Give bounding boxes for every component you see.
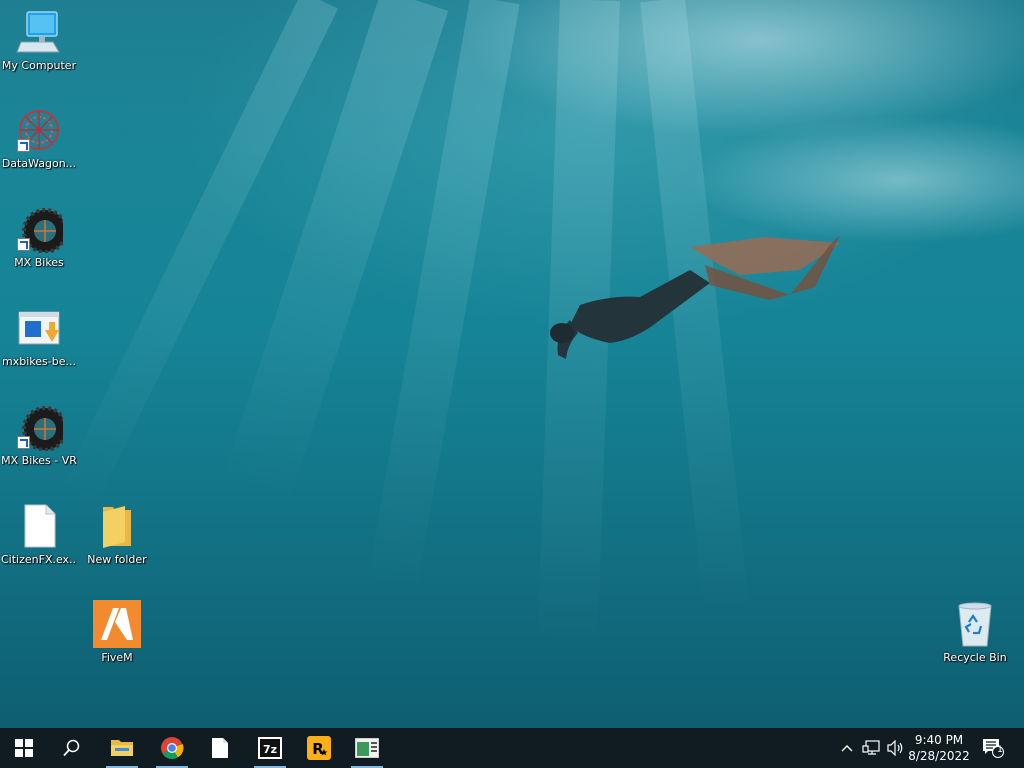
clock-date: 8/28/2022 xyxy=(908,749,970,763)
desktop-icon-new-folder[interactable]: New folder xyxy=(79,502,155,567)
taskbar-chrome[interactable] xyxy=(148,728,196,768)
svg-text:7z: 7z xyxy=(263,743,277,756)
datawagon-icon xyxy=(15,106,63,154)
desktop-icon-label: New folder xyxy=(87,553,147,566)
taskbar-rockstar-launcher[interactable]: R xyxy=(295,728,343,768)
network-button[interactable] xyxy=(860,728,882,768)
desktop-icon-citizenfx[interactable]: CitizenFX.ex... xyxy=(1,502,77,567)
shortcut-arrow-icon xyxy=(17,238,30,251)
search-button[interactable] xyxy=(48,728,96,768)
taskbar-7zip[interactable]: 7z xyxy=(246,728,294,768)
shortcut-arrow-icon xyxy=(17,436,30,449)
desktop-icon-datawagon[interactable]: DataWagon... xyxy=(1,106,77,171)
desktop-icon-label: Recycle Bin xyxy=(943,651,1007,664)
desktop-icon-recycle-bin[interactable]: Recycle Bin xyxy=(937,600,1013,665)
folder-icon xyxy=(93,502,141,550)
recycle-bin-icon xyxy=(951,600,999,648)
blank-file-icon xyxy=(15,502,63,550)
search-icon xyxy=(63,739,80,757)
desktop-icon-mxbikes-installer[interactable]: mxbikes-be... xyxy=(1,304,77,369)
network-icon xyxy=(862,740,880,755)
desktop-icon-fivem[interactable]: FiveM xyxy=(79,600,155,665)
desktop-icon-mx-bikes-vr[interactable]: MX Bikes - VR xyxy=(1,403,77,468)
taskbar-app-window[interactable] xyxy=(343,728,391,768)
diver-image xyxy=(550,235,840,359)
folder-icon xyxy=(111,740,133,756)
taskbar: 7z R 9:40 PM 8/28/2022 1 xyxy=(0,728,1024,768)
start-button[interactable] xyxy=(0,728,48,768)
blank-file-icon xyxy=(212,738,228,758)
desktop-icon-label: CitizenFX.ex... xyxy=(1,553,77,566)
desktop-icon-label: MX Bikes - VR xyxy=(1,454,77,467)
taskbar-file-explorer[interactable] xyxy=(98,728,146,768)
show-hidden-icons-button[interactable] xyxy=(838,728,856,768)
tire-icon xyxy=(15,403,68,452)
desktop-icon-label: MX Bikes xyxy=(14,256,64,269)
computer-icon xyxy=(15,8,63,56)
tire-icon xyxy=(15,205,68,254)
installer-icon xyxy=(15,304,63,352)
desktop-icon-label: DataWagon... xyxy=(1,157,77,170)
clock[interactable]: 9:40 PM 8/28/2022 xyxy=(900,728,978,768)
app-window-icon xyxy=(355,738,379,758)
rockstar-icon: R xyxy=(307,736,331,760)
desktop-icon-label: FiveM xyxy=(101,651,133,664)
svg-text:R: R xyxy=(312,740,324,758)
notification-count-badge: 1 xyxy=(997,745,1003,755)
desktop-icon-label: mxbikes-be... xyxy=(2,355,76,368)
fivem-icon xyxy=(93,600,141,648)
chevron-up-icon xyxy=(841,745,853,752)
chrome-icon xyxy=(161,737,184,760)
taskbar-notepad[interactable] xyxy=(196,728,244,768)
desktop-icon-my-computer[interactable]: My Computer xyxy=(1,8,77,73)
desktop-icon-mx-bikes[interactable]: MX Bikes xyxy=(1,205,77,270)
shortcut-arrow-icon xyxy=(17,139,30,152)
action-center-button[interactable]: 1 xyxy=(978,728,1008,768)
clock-time: 9:40 PM xyxy=(914,733,964,747)
desktop-wallpaper: My Computer DataWagon... MX Bikes mxbike… xyxy=(0,0,1024,728)
desktop-icon-label: My Computer xyxy=(1,59,77,72)
7zip-icon: 7z xyxy=(258,737,282,759)
windows-logo-icon xyxy=(15,739,33,757)
